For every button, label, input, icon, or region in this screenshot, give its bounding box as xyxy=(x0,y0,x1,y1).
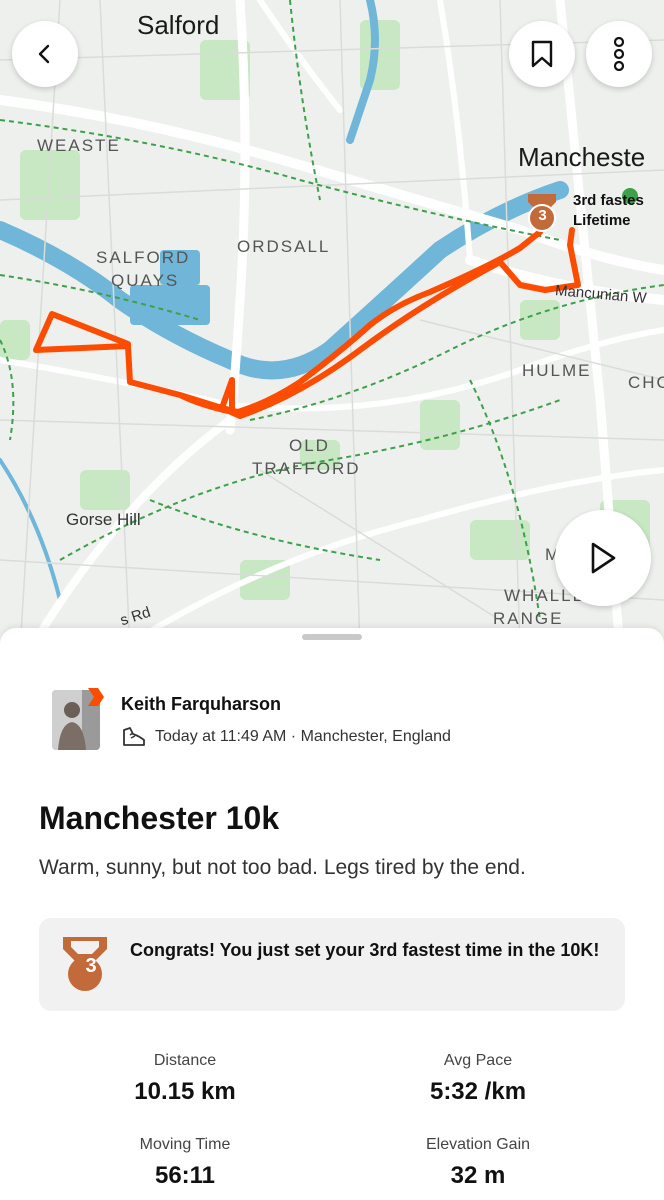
map-label-salford-quays-2: QUAYS xyxy=(111,271,180,290)
more-vertical-icon xyxy=(613,37,625,71)
activity-map[interactable]: Salford Mancheste WEASTE ORDSALL SALFORD… xyxy=(0,0,664,650)
stat-distance-label: Distance xyxy=(153,1052,217,1069)
athlete-name[interactable]: Keith Farquharson xyxy=(121,694,281,715)
map-label-hulme: HULME xyxy=(522,361,592,380)
map-label-gorse-hill: Gorse Hill xyxy=(66,510,141,529)
map-label-whalley-range-2: RANGE xyxy=(493,609,564,628)
stat-distance: Distance 10.15 km xyxy=(65,1052,305,1106)
stat-elevation-gain-value: 32 m xyxy=(450,1162,506,1189)
achievement-banner[interactable]: 3 Congrats! You just set your 3rd fastes… xyxy=(39,918,625,1011)
stat-elevation-gain: Elevation Gain 32 m xyxy=(358,1136,598,1190)
chevron-left-icon xyxy=(38,44,50,64)
map-label-weaste: WEASTE xyxy=(37,136,121,155)
sheet-drag-handle[interactable] xyxy=(302,634,362,640)
more-options-button[interactable] xyxy=(586,21,652,87)
annotation-line-2: Lifetime xyxy=(573,212,631,229)
map-medal-number: 3 xyxy=(538,207,547,224)
activity-meta: Today at 11:49 AM · Manchester, England xyxy=(121,726,451,748)
activity-description: Warm, sunny, but not too bad. Legs tired… xyxy=(39,856,526,879)
map-achievement-annotation: 3rd fastes Lifetime xyxy=(573,191,644,231)
map-label-manchester: Mancheste xyxy=(518,142,646,172)
stat-moving-time: Moving Time 56:11 xyxy=(65,1136,305,1190)
map-label-old-trafford-1: OLD xyxy=(289,436,330,455)
annotation-line-1: 3rd fastes xyxy=(573,192,644,209)
shoe-icon xyxy=(123,727,145,746)
stat-elevation-gain-label: Elevation Gain xyxy=(425,1136,531,1153)
stat-moving-time-value: 56:11 xyxy=(154,1162,216,1189)
stat-avg-pace: Avg Pace 5:32 /km xyxy=(358,1052,598,1106)
play-flyover-button[interactable] xyxy=(555,510,651,606)
athlete-header[interactable]: Keith Farquharson Today at 11:49 AM · Ma… xyxy=(52,688,612,754)
map-label-ordsall: ORDSALL xyxy=(237,237,331,256)
activity-title: Manchester 10k xyxy=(39,800,280,836)
activity-meta-text: Today at 11:49 AM · Manchester, England xyxy=(155,728,451,745)
back-button[interactable] xyxy=(12,21,78,87)
achievement-medal-number: 3 xyxy=(85,955,97,977)
bookmark-button[interactable] xyxy=(509,21,575,87)
stat-distance-value: 10.15 km xyxy=(134,1078,236,1105)
strava-chevron-icon xyxy=(88,688,104,706)
stat-avg-pace-label: Avg Pace xyxy=(443,1052,513,1069)
stat-avg-pace-value: 5:32 /km xyxy=(429,1078,527,1105)
map-label-cho: CHO xyxy=(628,373,664,392)
play-icon xyxy=(591,542,616,574)
bookmark-icon xyxy=(531,40,553,68)
map-label-salford: Salford xyxy=(137,10,220,40)
stat-moving-time-label: Moving Time xyxy=(139,1136,231,1153)
map-label-salford-quays-1: SALFORD xyxy=(96,248,191,267)
achievement-text: Congrats! You just set your 3rd fastest … xyxy=(130,940,600,960)
map-label-old-trafford-2: TRAFFORD xyxy=(252,459,361,478)
activity-details-sheet: Keith Farquharson Today at 11:49 AM · Ma… xyxy=(0,628,664,1200)
